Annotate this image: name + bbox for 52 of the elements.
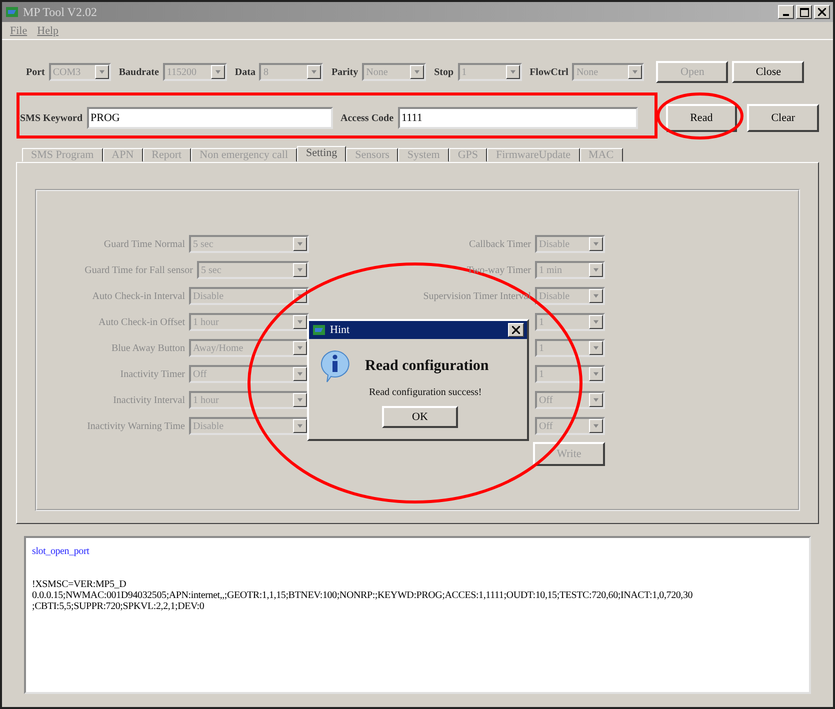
field-label: SMS Keyword [20, 112, 82, 124]
log-line: !XSMSC=VER:MP5_D [32, 579, 128, 590]
ok-button[interactable]: OK [382, 406, 458, 428]
log-line: slot_open_port [32, 546, 90, 557]
setting-label: Guard Time Normal [104, 238, 185, 250]
setting-label: Auto Check-in Offset [98, 316, 185, 328]
setting-label: Auto Check-in Interval [92, 290, 185, 302]
close-button[interactable] [814, 5, 830, 19]
window-title: MP Tool V2.02 [23, 4, 97, 20]
close-icon [512, 326, 520, 334]
log-line: 0.0.0.15;NWMAC:001D94032505;APN:internet,,;GEOTR:1,1,15;BTNEV:100;NONRP:;KEYWD:PROG;ACCES:1,1111;OUDT:10,15;TESTC:720,60;INACT:1,0,720,30 [32, 590, 694, 601]
close-icon [818, 8, 826, 16]
setting-label: Callback Timer [469, 238, 531, 250]
log-line: ;CBTI:5,5;SUPPR:720;SPKVL:2,2,1;DEV:0 [32, 601, 206, 612]
dialog-message: Read configuration success! [369, 387, 483, 398]
app-icon [5, 5, 19, 19]
tab[interactable]: Setting [297, 146, 346, 162]
tab[interactable]: Non emergency call [190, 148, 297, 162]
read-button[interactable]: Read [666, 104, 738, 132]
dialog-heading: Read configuration [365, 358, 489, 374]
menu-item[interactable]: File [10, 24, 28, 36]
field-label: Baudrate [118, 66, 159, 78]
clear-button[interactable]: Clear [747, 104, 819, 132]
dialog-title: Hint [330, 324, 350, 336]
tab[interactable]: Sensors [346, 148, 398, 162]
app-icon [312, 323, 326, 337]
field-label: FlowCtrl [530, 66, 568, 78]
setting-label: Inactivity Timer [120, 368, 185, 380]
field-label: Stop [434, 66, 454, 78]
minimize-button[interactable] [778, 5, 794, 19]
tab[interactable]: APN [102, 148, 143, 162]
setting-label: Guard Time for Fall sensor [84, 264, 193, 276]
menu-item[interactable]: Help [37, 24, 59, 36]
tab[interactable]: FirmwareUpdate [487, 148, 580, 162]
field-label: Data [234, 66, 256, 78]
close-button[interactable] [508, 323, 524, 337]
tab[interactable]: Report [142, 148, 191, 162]
tab[interactable]: MAC [580, 148, 623, 162]
tab[interactable]: GPS [448, 148, 487, 162]
maximize-icon [800, 8, 808, 16]
maximize-button[interactable] [796, 5, 812, 19]
field-label: Access Code [340, 112, 394, 124]
tab[interactable]: System [398, 148, 449, 162]
access-code-field[interactable]: 1111 [398, 107, 638, 129]
keyword-field[interactable]: PROG [86, 107, 332, 129]
tab[interactable]: SMS Program [22, 148, 103, 162]
setting-label: Inactivity Interval [113, 394, 185, 406]
info-icon [319, 349, 351, 383]
setting-label: Inactivity Warning Time [87, 420, 185, 432]
setting-label: Blue Away Button [111, 342, 185, 354]
field-label: Port [26, 66, 45, 78]
field-label: Parity [331, 66, 358, 78]
